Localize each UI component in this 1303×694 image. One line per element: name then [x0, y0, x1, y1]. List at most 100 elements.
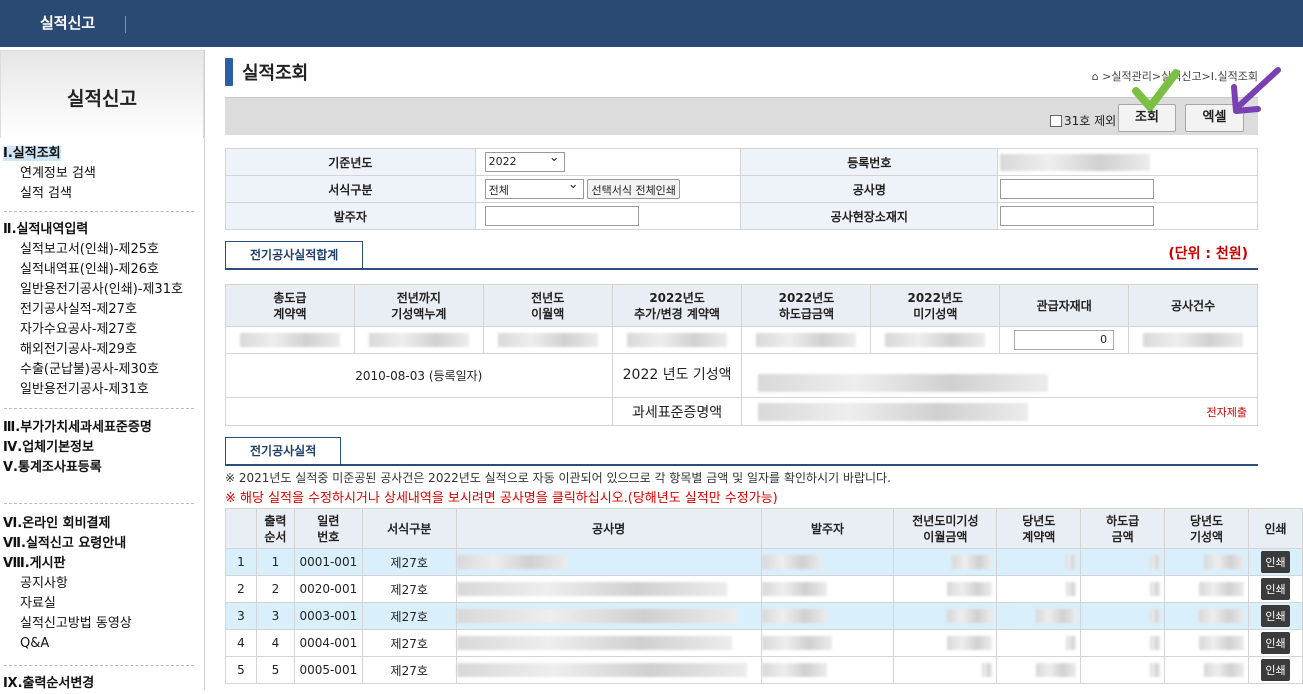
- table-header: 서식구분: [361, 508, 457, 549]
- table-header: 발주자: [760, 508, 895, 549]
- summary-table: 총도급 계약액 전년까지 기성액누계 전년도 이월액 2022년도 추가/변경 …: [225, 284, 1258, 426]
- notice-red-text: ※ 해당 실적을 수정하시거나 상세내역을 보시려면 공사명을 클릭하십시오.(…: [225, 491, 778, 506]
- sidebar-item-video[interactable]: 실적신고방법 동영상: [0, 614, 196, 634]
- sidebar-item-performance-search[interactable]: 실적 검색: [0, 184, 196, 204]
- table-header: [225, 508, 257, 549]
- row-index: 1: [225, 548, 257, 576]
- amount-value: [952, 555, 993, 570]
- exclude-31-checkbox[interactable]: 31호 제외: [1050, 112, 1116, 129]
- summary-value: [627, 333, 728, 348]
- project-name-link[interactable]: [456, 636, 732, 651]
- sidebar-item-form30[interactable]: 수출(군납불)공사-제30호: [0, 360, 196, 380]
- tab-list[interactable]: 전기공사실적: [225, 437, 342, 465]
- sidebar-title: 실적신고: [0, 50, 204, 138]
- sidebar-item-form29[interactable]: 해외전기공사-제29호: [0, 340, 196, 360]
- client-input[interactable]: [484, 206, 639, 226]
- sidebar-item-archive[interactable]: 자료실: [0, 594, 196, 614]
- sidebar-item-guide[interactable]: Ⅶ.실적신고 요령안내: [0, 534, 196, 554]
- row-form: 제27호: [361, 575, 457, 603]
- app-title: 실적신고: [40, 14, 96, 32]
- sidebar-item-form31[interactable]: 일반용전기공사-제31호: [0, 380, 196, 400]
- tax-label: 과세표준증명액: [611, 397, 743, 426]
- unit-label: (단위 : 천원): [1168, 246, 1248, 262]
- summary-value: [368, 333, 469, 348]
- sidebar-item-statistics[interactable]: Ⅴ.통계조사표등록: [0, 458, 196, 478]
- sidebar-item-notice[interactable]: 공지사항: [0, 574, 196, 594]
- sidebar-item-input[interactable]: Ⅱ.실적내역입력: [0, 220, 196, 240]
- project-name-link[interactable]: [456, 582, 727, 597]
- sidebar-item-form25[interactable]: 실적보고서(인쇄)-제25호: [0, 240, 196, 260]
- amount-value: [1066, 636, 1077, 651]
- row-form: 제27호: [361, 602, 457, 630]
- sidebar-item-form27-self[interactable]: 자가수요공사-제27호: [0, 320, 196, 340]
- table-row[interactable]: 5 5 0005-001 제27호 인쇄: [225, 656, 1303, 684]
- sidebar-item-qna[interactable]: Q&A: [0, 634, 196, 654]
- notice-text: ※ 2021년도 실적중 미준공된 공사건은 2022년도 실적으로 자동 이관…: [225, 471, 891, 485]
- site-input[interactable]: [1000, 206, 1155, 226]
- sidebar-item-form26[interactable]: 실적내역표(인쇄)-제26호: [0, 260, 196, 280]
- sidebar-item-print-order[interactable]: Ⅸ.출력순서변경: [0, 674, 196, 694]
- row-order: 1: [255, 548, 295, 576]
- table-row[interactable]: 1 1 0001-001 제27호 인쇄: [225, 548, 1303, 576]
- sidebar-item-vat[interactable]: Ⅲ.부가가치세과세표준증명: [0, 418, 196, 438]
- sidebar-group-4: Ⅵ.온라인 회비결제 Ⅶ.실적신고 요령안내 Ⅷ.게시판 공지사항 자료실 실적…: [0, 514, 196, 654]
- row-index: 4: [225, 629, 257, 657]
- table-header: 하도급 금액: [1080, 508, 1166, 549]
- row-serial: 0003-001: [293, 602, 363, 630]
- client-label: 발주자: [225, 202, 476, 230]
- amount-value: [947, 609, 993, 624]
- sidebar-divider: [4, 408, 194, 409]
- print-button[interactable]: 인쇄: [1261, 659, 1290, 681]
- project-count-value: [1143, 333, 1244, 348]
- year-select[interactable]: 2022: [484, 150, 565, 172]
- row-index: 5: [225, 656, 257, 684]
- amount-value: [1150, 636, 1161, 651]
- table-header: 전년도미기성 이월금액: [893, 508, 998, 549]
- print-button[interactable]: 인쇄: [1261, 578, 1290, 600]
- table-header: 출력 순서: [255, 508, 295, 549]
- sidebar-item-company-info[interactable]: Ⅳ.업체기본정보: [0, 438, 196, 458]
- amount-value: [1150, 582, 1161, 597]
- sidebar-item-performance-inquiry[interactable]: Ⅰ.실적조회: [0, 144, 196, 164]
- checkbox-icon[interactable]: [1050, 114, 1062, 127]
- sidebar-item-form27-electric[interactable]: 전기공사실적-제27호: [0, 300, 196, 320]
- print-button[interactable]: 인쇄: [1261, 605, 1290, 627]
- form-type-select[interactable]: 전체: [484, 177, 584, 199]
- row-form: 제27호: [361, 656, 457, 684]
- form-type-label: 서식구분: [225, 175, 476, 203]
- tab-summary[interactable]: 전기공사실적합계: [225, 241, 364, 269]
- row-serial: 0005-001: [293, 656, 363, 684]
- sidebar-item-payment[interactable]: Ⅵ.온라인 회비결제: [0, 514, 196, 534]
- print-button[interactable]: 인쇄: [1261, 632, 1290, 654]
- site-label: 공사현장소재지: [740, 202, 999, 230]
- sidebar-group-2: Ⅱ.실적내역입력 실적보고서(인쇄)-제25호 실적내역표(인쇄)-제26호 일…: [0, 220, 196, 400]
- sidebar-item-link-search[interactable]: 연계정보 검색: [0, 164, 196, 184]
- summary-value: [756, 333, 857, 348]
- table-row[interactable]: 3 3 0003-001 제27호 인쇄: [225, 602, 1303, 630]
- sidebar-item-form31-print[interactable]: 일반용전기공사(인쇄)-제31호: [0, 280, 196, 300]
- amount-value: [1199, 609, 1244, 624]
- project-name-link[interactable]: [456, 555, 567, 570]
- amount-value: [1036, 663, 1077, 678]
- sidebar-item-board[interactable]: Ⅷ.게시판: [0, 554, 196, 574]
- e-submit-link[interactable]: 전자제출: [1128, 397, 1258, 426]
- summary-header: 2022년도 미기성액: [870, 284, 1001, 327]
- toolbar: 31호 제외 조회 엑셀: [225, 97, 1258, 135]
- client-value: [761, 582, 827, 597]
- row-serial: 0020-001: [293, 575, 363, 603]
- print-button[interactable]: 인쇄: [1261, 551, 1290, 573]
- reg-date: 2010-08-03 (등록일자): [225, 353, 613, 398]
- summary-value: [497, 333, 598, 348]
- summary-header: 2022년도 추가/변경 계약액: [611, 284, 743, 327]
- divider: [125, 16, 126, 33]
- project-name-link[interactable]: [456, 663, 747, 678]
- amount-value: [1150, 555, 1161, 570]
- table-row[interactable]: 2 2 0020-001 제27호 인쇄: [225, 575, 1303, 603]
- project-name-input[interactable]: [1000, 179, 1155, 199]
- amount-value: [1204, 663, 1244, 678]
- amount-value: [1204, 555, 1244, 570]
- print-all-button[interactable]: 선택서식 전체인쇄: [587, 179, 680, 199]
- project-name-link[interactable]: [456, 609, 737, 624]
- row-index: 3: [225, 602, 257, 630]
- table-row[interactable]: 4 4 0004-001 제27호 인쇄: [225, 629, 1303, 657]
